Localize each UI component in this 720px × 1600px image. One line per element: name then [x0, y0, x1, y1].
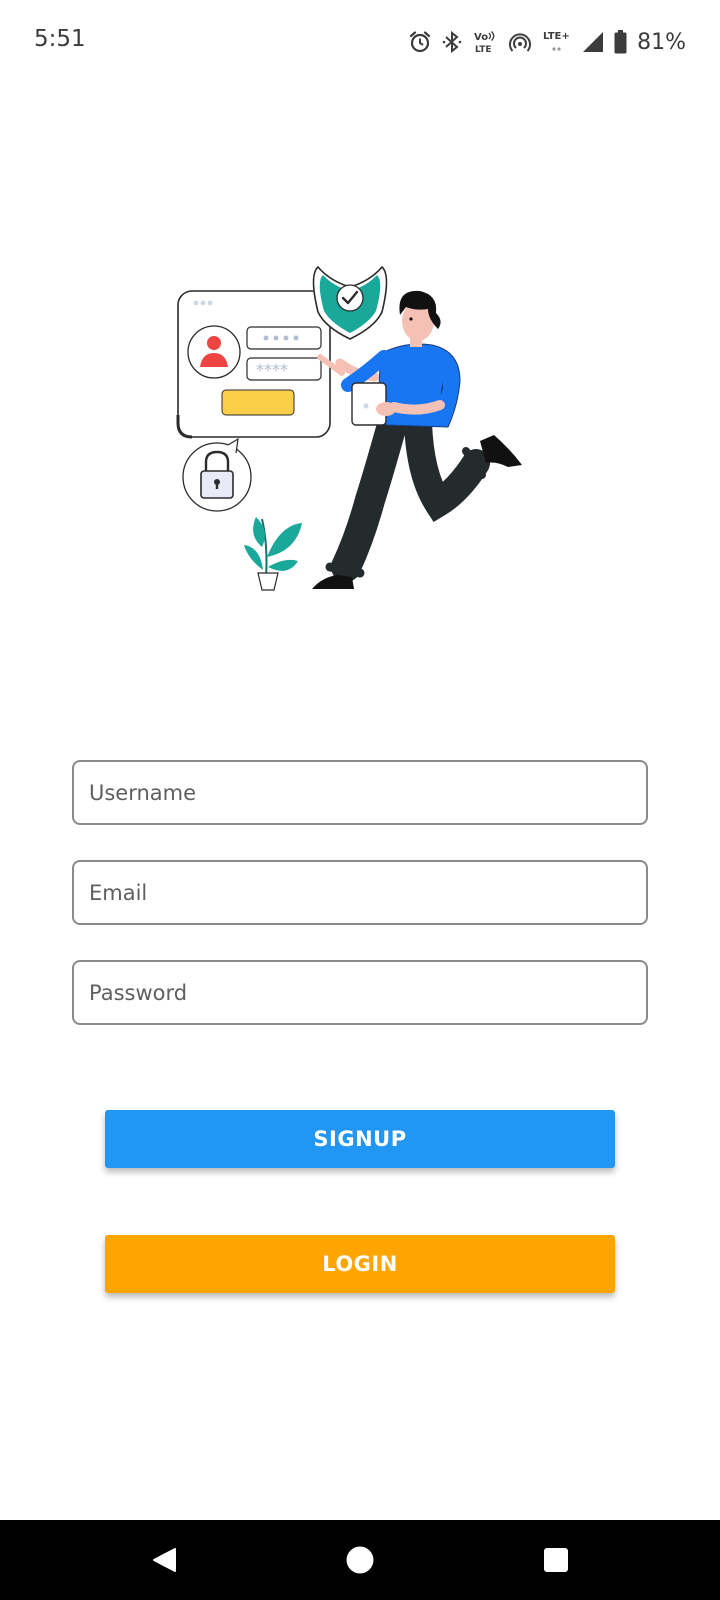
bluetooth-icon	[442, 30, 462, 54]
hotspot-icon	[508, 30, 532, 54]
navigation-bar	[0, 1520, 720, 1600]
volte-label-top: Vo	[474, 32, 488, 43]
signup-button[interactable]: SIGNUP	[105, 1110, 615, 1168]
status-time: 5:51	[34, 26, 86, 52]
back-button[interactable]	[124, 1520, 204, 1600]
volte-icon: Vo LTE	[472, 29, 498, 55]
lte-label: LTE+	[543, 31, 570, 42]
battery-percent: 81%	[637, 29, 686, 55]
recents-button[interactable]	[516, 1520, 596, 1600]
email-input[interactable]	[72, 860, 648, 925]
back-icon	[153, 1548, 176, 1572]
cell-signal-icon	[582, 31, 604, 53]
home-button[interactable]	[320, 1520, 400, 1600]
username-input[interactable]	[72, 760, 648, 825]
login-security-illustration: ****	[170, 255, 540, 600]
recents-icon	[544, 1548, 568, 1572]
status-bar: 5:51 Vo LTE LTE+ 81%	[0, 0, 720, 84]
alarm-icon	[408, 30, 432, 54]
password-input[interactable]	[72, 960, 648, 1025]
home-icon	[346, 1546, 374, 1574]
volte-label-bottom: LTE	[475, 45, 492, 55]
svg-text:****: ****	[256, 360, 288, 379]
lte-plus-icon: LTE+	[542, 27, 572, 57]
login-button[interactable]: LOGIN	[105, 1235, 615, 1293]
status-icons: Vo LTE LTE+ 81%	[408, 24, 686, 60]
battery-icon	[614, 30, 627, 54]
